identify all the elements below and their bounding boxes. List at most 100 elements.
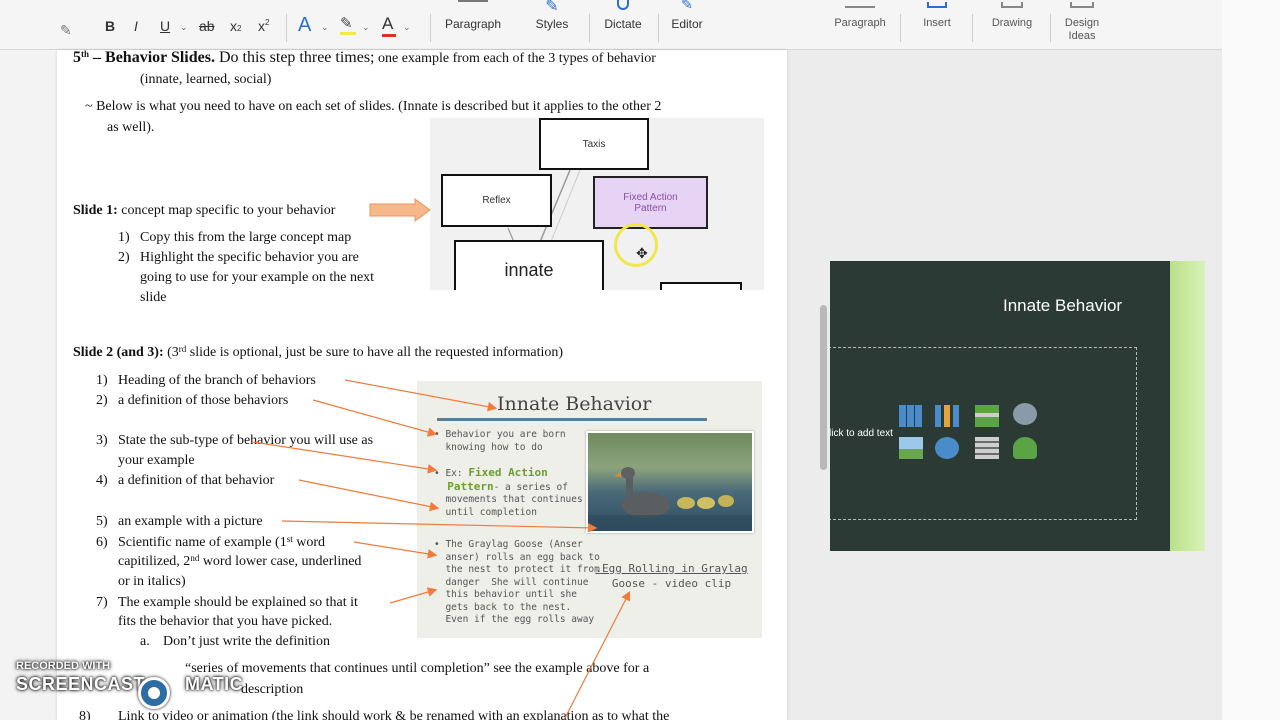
dictate-button[interactable]: Dictate xyxy=(594,0,652,50)
ribbon-divider xyxy=(430,14,431,42)
styles-label: Styles xyxy=(535,17,569,31)
insert-video-icon[interactable] xyxy=(975,437,999,459)
insert-3d-model-icon[interactable] xyxy=(1013,403,1037,425)
slide2-item-num: 7) xyxy=(96,595,108,610)
ppt-design-ideas-label: Design Ideas xyxy=(1064,17,1100,42)
fap-label-line2: Pattern xyxy=(634,202,667,214)
item6b-sup: nd xyxy=(190,553,200,563)
paragraph-label: Paragraph xyxy=(444,17,502,31)
highlight-button[interactable]: ✎ xyxy=(340,14,356,35)
word-window: ✎ B I U ⌄ ab x2 x2 A ⌄ ✎ ⌄ A ⌄ Paragraph… xyxy=(0,0,830,720)
subscript-label: x xyxy=(230,18,237,34)
slide1-item-text: going to use for your example on the nex… xyxy=(140,270,375,285)
ppt-insert-label: Insert xyxy=(923,17,951,29)
slide2-item-num: 3) xyxy=(96,433,108,448)
slide2-item-text: fits the behavior that you have picked. xyxy=(118,614,333,629)
slide1-item-text: Copy this from the large concept map xyxy=(140,230,352,245)
text-effects-button[interactable]: A xyxy=(298,14,311,37)
slide2-label: Slide 2 (and 3): xyxy=(73,345,164,360)
highlight-chevron-icon[interactable]: ⌄ xyxy=(362,22,370,33)
slide1-heading: Slide 1: concept map specific to your be… xyxy=(73,201,335,221)
slide1-item-num: 1) xyxy=(118,230,130,245)
concept-node-partial xyxy=(660,282,742,290)
insert-smartart-icon[interactable] xyxy=(975,405,999,427)
microphone-icon xyxy=(617,0,629,10)
watermark-brand-left: SCREENCAST xyxy=(16,674,146,694)
font-color-chevron-icon[interactable]: ⌄ xyxy=(403,22,411,33)
ribbon-divider xyxy=(286,14,287,42)
slide2-item-num: 4) xyxy=(96,473,108,488)
ppt-drawing-button[interactable]: Drawing xyxy=(982,0,1042,50)
slide2-item-text: or in italics) xyxy=(118,574,186,589)
example-slide-bullet3: • The Graylag Goose (Anser anser) rolls … xyxy=(434,539,600,625)
step-instruction: Do this step three times; xyxy=(214,49,375,66)
video-clip-link[interactable]: .Egg Rolling in Graylag Goose - video cl… xyxy=(589,561,754,591)
format-painter-icon[interactable]: ✎ xyxy=(60,22,72,39)
video-clip-caption-line2: Goose - video clip xyxy=(611,577,732,590)
item6b-text-a: capitilized, 2 xyxy=(118,554,191,569)
current-slide[interactable]: Innate Behavior lick to add text xyxy=(830,261,1205,551)
ppt-vertical-scrollbar[interactable] xyxy=(1222,0,1280,720)
insert-picture-icon[interactable] xyxy=(899,437,923,459)
slide1-item-text: slide xyxy=(140,290,167,305)
insert-table-icon[interactable] xyxy=(899,405,923,427)
slide2-heading: Slide 2 (and 3): (3rd slide is optional,… xyxy=(73,343,563,363)
example-slide-title: Innate Behavior xyxy=(497,393,652,415)
bullet2-prefix: • Ex: xyxy=(434,468,469,479)
superscript-button[interactable]: x2 xyxy=(258,18,269,34)
placeholder-text: lick to add text xyxy=(830,428,893,439)
slide2-item-text: Heading of the branch of behaviors xyxy=(118,373,316,388)
slide2-text-a: (3 xyxy=(163,345,179,360)
slide2-item-text: The example should be explained so that … xyxy=(118,595,358,610)
slide-title[interactable]: Innate Behavior xyxy=(1003,296,1122,316)
slide2-subitem-num: a. xyxy=(140,634,150,649)
editor-button[interactable]: ✎ Editor xyxy=(664,0,710,50)
paragraph-icon xyxy=(458,0,488,2)
video-clip-caption-line1: .Egg Rolling in Graylag xyxy=(595,562,748,575)
styles-icon: ✎ xyxy=(545,0,559,15)
content-placeholder[interactable]: lick to add text xyxy=(830,347,1137,520)
slide2-item-num: 8) xyxy=(79,709,91,720)
slide2-item-text: a definition of those behaviors xyxy=(118,393,289,408)
ppt-design-ideas-button[interactable]: Design Ideas xyxy=(1056,0,1108,50)
bold-button[interactable]: B xyxy=(105,18,115,34)
italic-button[interactable]: I xyxy=(134,18,138,34)
underline-button[interactable]: U xyxy=(160,18,170,34)
concept-node-fixed-action-pattern: Fixed Action Pattern xyxy=(593,176,708,229)
underline-dropdown-chevron-icon[interactable]: ⌄ xyxy=(180,22,188,33)
highlighter-icon: ✎ xyxy=(340,15,353,32)
concept-map-image[interactable]: Taxis Reflex Fixed Action Pattern innate xyxy=(430,118,764,290)
slide1-item-num: 2) xyxy=(118,250,130,265)
paragraph-button[interactable]: Paragraph xyxy=(440,0,506,50)
strikethrough-button[interactable]: ab xyxy=(199,18,215,34)
ppt-paragraph-button[interactable]: Paragraph xyxy=(830,0,890,50)
powerpoint-window: Paragraph Insert Drawing Design Ideas In… xyxy=(830,0,1280,720)
insert-icons-icon[interactable] xyxy=(1013,437,1037,459)
styles-button[interactable]: ✎ Styles xyxy=(520,0,584,50)
subscript-button[interactable]: x2 xyxy=(230,18,241,34)
slide2-item-num: 1) xyxy=(96,373,108,388)
document-page[interactable]: 5th – Behavior Slides. Do this step thre… xyxy=(57,49,787,720)
text-effects-chevron-icon[interactable]: ⌄ xyxy=(321,22,329,33)
example-slide-bullet1: • Behavior you are born knowing how to d… xyxy=(434,429,566,453)
word-ribbon: ✎ B I U ⌄ ab x2 x2 A ⌄ ✎ ⌄ A ⌄ Paragraph… xyxy=(0,0,830,50)
slide2-item-num: 2) xyxy=(96,393,108,408)
slide2-subitem-text: Don’t just write the definition xyxy=(163,634,330,649)
slide1-text: concept map specific to your behavior xyxy=(117,203,336,218)
step-title: – Behavior Slides. xyxy=(89,49,215,66)
example-slide-image[interactable]: Innate Behavior • Behavior you are born … xyxy=(417,381,762,638)
insert-online-picture-icon[interactable] xyxy=(935,437,959,459)
slide1-label: Slide 1: xyxy=(73,203,118,218)
slide2-item-text: Link to video or animation (the link sho… xyxy=(118,709,670,720)
ppt-drawing-label: Drawing xyxy=(991,17,1033,29)
ribbon-divider xyxy=(900,14,901,42)
goose-illustration xyxy=(588,467,752,531)
insert-chart-icon[interactable] xyxy=(935,405,959,427)
ppt-paragraph-label: Paragraph xyxy=(834,17,886,29)
font-color-button[interactable]: A xyxy=(382,14,396,37)
slide2-item-num: 5) xyxy=(96,514,108,529)
item6b-text-b: word lower case, underlined xyxy=(199,554,362,569)
fap-label-line1: Fixed Action xyxy=(623,191,678,203)
ppt-insert-button[interactable]: Insert xyxy=(912,0,962,50)
document-scrollbar[interactable] xyxy=(820,305,827,470)
